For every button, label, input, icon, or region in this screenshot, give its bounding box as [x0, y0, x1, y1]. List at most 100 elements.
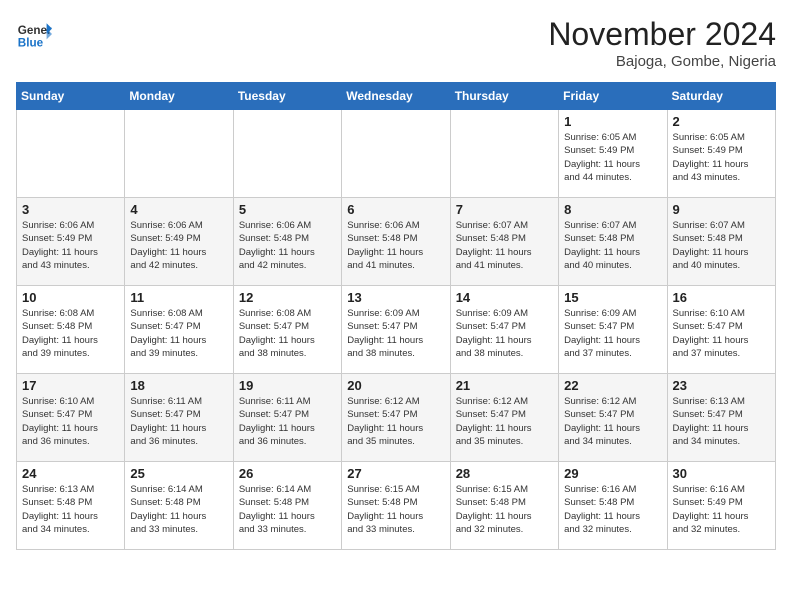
day-number: 16: [673, 290, 770, 305]
day-info: Sunrise: 6:12 AM Sunset: 5:47 PM Dayligh…: [456, 395, 553, 448]
calendar-cell: 25 Sunrise: 6:14 AM Sunset: 5:48 PM Dayli…: [125, 462, 233, 550]
day-info: Sunrise: 6:09 AM Sunset: 5:47 PM Dayligh…: [456, 307, 553, 360]
month-title: November 2024: [548, 16, 776, 53]
calendar-cell: 18Sunrise: 6:11 AM Sunset: 5:47 PM Dayli…: [125, 374, 233, 462]
calendar-cell: 13 Sunrise: 6:09 AM Sunset: 5:47 PM Dayli…: [342, 286, 450, 374]
day-info: Sunrise: 6:11 AM Sunset: 5:47 PM Dayligh…: [130, 395, 227, 448]
calendar-cell: [17, 110, 125, 198]
day-number: 21: [456, 378, 553, 393]
day-number: 20: [347, 378, 444, 393]
day-number: 29: [564, 466, 661, 481]
day-number: 7: [456, 202, 553, 217]
day-info: Sunrise: 6:07 AM Sunset: 5:48 PM Dayligh…: [673, 219, 770, 272]
day-number: 4: [130, 202, 227, 217]
day-info: Sunrise: 6:07 AM Sunset: 5:48 PM Dayligh…: [456, 219, 553, 272]
calendar-week-row: 17Sunrise: 6:10 AM Sunset: 5:47 PM Dayli…: [17, 374, 776, 462]
day-info: Sunrise: 6:08 AM Sunset: 5:47 PM Dayligh…: [130, 307, 227, 360]
weekday-header: Monday: [125, 83, 233, 110]
day-number: 14: [456, 290, 553, 305]
calendar-cell: 15 Sunrise: 6:09 AM Sunset: 5:47 PM Dayli…: [559, 286, 667, 374]
day-info: Sunrise: 6:06 AM Sunset: 5:48 PM Dayligh…: [347, 219, 444, 272]
day-info: Sunrise: 6:11 AM Sunset: 5:47 PM Dayligh…: [239, 395, 336, 448]
svg-text:Blue: Blue: [18, 37, 44, 50]
calendar-cell: 28 Sunrise: 6:15 AM Sunset: 5:48 PM Dayli…: [450, 462, 558, 550]
calendar-cell: 3Sunrise: 6:06 AM Sunset: 5:49 PM Daylig…: [17, 198, 125, 286]
day-number: 6: [347, 202, 444, 217]
calendar-cell: 20 Sunrise: 6:12 AM Sunset: 5:47 PM Dayli…: [342, 374, 450, 462]
calendar-week-row: 3 Sunrise: 6:06 AM Sunset: 5:49 PM Daylig…: [17, 198, 776, 286]
day-info: Sunrise: 6:06 AM Sunset: 5:49 PM Dayligh…: [130, 219, 227, 272]
calendar-cell: 7 Sunrise: 6:07 AM Sunset: 5:48 PM Daylig…: [450, 198, 558, 286]
location: Bajoga, Gombe, Nigeria: [548, 53, 776, 70]
day-number: 24: [22, 466, 119, 481]
day-number: 8: [564, 202, 661, 217]
day-info: Sunrise: 6:09 AM Sunset: 5:47 PM Dayligh…: [564, 307, 661, 360]
calendar-cell: [342, 110, 450, 198]
day-number: 3: [22, 202, 119, 217]
calendar-cell: 24 Sunrise: 6:13 AM Sunset: 5:48 PM Dayli…: [17, 462, 125, 550]
day-number: 15: [564, 290, 661, 305]
day-info: Sunrise: 6:13 AM Sunset: 5:48 PM Dayligh…: [22, 483, 119, 536]
calendar-cell: 21 Sunrise: 6:12 AM Sunset: 5:47 PM Dayli…: [450, 374, 558, 462]
calendar-cell: 2 Sunrise: 6:05 AM Sunset: 5:49 PM Daylig…: [667, 110, 775, 198]
calendar-cell: 8Sunrise: 6:07 AM Sunset: 5:48 PM Daylig…: [559, 198, 667, 286]
calendar-cell: [125, 110, 233, 198]
calendar-cell: 30Sunrise: 6:16 AM Sunset: 5:49 PM Dayli…: [667, 462, 775, 550]
day-number: 19: [239, 378, 336, 393]
calendar-cell: [450, 110, 558, 198]
day-info: Sunrise: 6:12 AM Sunset: 5:47 PM Dayligh…: [347, 395, 444, 448]
day-info: Sunrise: 6:10 AM Sunset: 5:47 PM Dayligh…: [673, 307, 770, 360]
calendar-week-row: 1 Sunrise: 6:05 AM Sunset: 5:49 PM Daylig…: [17, 110, 776, 198]
page-header: General Blue November 2024 Bajoga, Gombe…: [16, 16, 776, 70]
day-number: 28: [456, 466, 553, 481]
calendar-cell: 14 Sunrise: 6:09 AM Sunset: 5:47 PM Dayli…: [450, 286, 558, 374]
day-info: Sunrise: 6:09 AM Sunset: 5:47 PM Dayligh…: [347, 307, 444, 360]
calendar-cell: 27Sunrise: 6:15 AM Sunset: 5:48 PM Dayli…: [342, 462, 450, 550]
day-info: Sunrise: 6:08 AM Sunset: 5:47 PM Dayligh…: [239, 307, 336, 360]
day-number: 13: [347, 290, 444, 305]
day-number: 23: [673, 378, 770, 393]
calendar-cell: 12 Sunrise: 6:08 AM Sunset: 5:47 PM Dayli…: [233, 286, 341, 374]
day-info: Sunrise: 6:16 AM Sunset: 5:49 PM Dayligh…: [673, 483, 770, 536]
day-info: Sunrise: 6:10 AM Sunset: 5:47 PM Dayligh…: [22, 395, 119, 448]
calendar-week-row: 24 Sunrise: 6:13 AM Sunset: 5:48 PM Dayli…: [17, 462, 776, 550]
weekday-header-row: SundayMondayTuesdayWednesdayThursdayFrid…: [17, 83, 776, 110]
calendar-cell: 10 Sunrise: 6:08 AM Sunset: 5:48 PM Dayli…: [17, 286, 125, 374]
day-info: Sunrise: 6:12 AM Sunset: 5:47 PM Dayligh…: [564, 395, 661, 448]
weekday-header: Sunday: [17, 83, 125, 110]
calendar-cell: 16 Sunrise: 6:10 AM Sunset: 5:47 PM Dayli…: [667, 286, 775, 374]
day-number: 10: [22, 290, 119, 305]
calendar-cell: 19 Sunrise: 6:11 AM Sunset: 5:47 PM Dayli…: [233, 374, 341, 462]
day-info: Sunrise: 6:14 AM Sunset: 5:48 PM Dayligh…: [239, 483, 336, 536]
day-number: 25: [130, 466, 227, 481]
calendar-cell: 6 Sunrise: 6:06 AM Sunset: 5:48 PM Daylig…: [342, 198, 450, 286]
day-info: Sunrise: 6:15 AM Sunset: 5:48 PM Dayligh…: [456, 483, 553, 536]
day-info: Sunrise: 6:14 AM Sunset: 5:48 PM Dayligh…: [130, 483, 227, 536]
calendar-cell: 17Sunrise: 6:10 AM Sunset: 5:47 PM Dayli…: [17, 374, 125, 462]
day-number: 22: [564, 378, 661, 393]
day-info: Sunrise: 6:16 AM Sunset: 5:48 PM Dayligh…: [564, 483, 661, 536]
day-number: 2: [673, 114, 770, 129]
title-block: November 2024 Bajoga, Gombe, Nigeria: [548, 16, 776, 70]
logo: General Blue: [16, 16, 52, 52]
day-number: 11: [130, 290, 227, 305]
calendar-cell: [233, 110, 341, 198]
day-info: Sunrise: 6:08 AM Sunset: 5:48 PM Dayligh…: [22, 307, 119, 360]
day-info: Sunrise: 6:05 AM Sunset: 5:49 PM Dayligh…: [673, 131, 770, 184]
day-number: 12: [239, 290, 336, 305]
calendar-cell: 11 Sunrise: 6:08 AM Sunset: 5:47 PM Dayli…: [125, 286, 233, 374]
day-number: 1: [564, 114, 661, 129]
calendar-cell: 5Sunrise: 6:06 AM Sunset: 5:48 PM Daylig…: [233, 198, 341, 286]
day-info: Sunrise: 6:13 AM Sunset: 5:47 PM Dayligh…: [673, 395, 770, 448]
logo-icon: General Blue: [16, 16, 52, 52]
calendar-cell: 4 Sunrise: 6:06 AM Sunset: 5:49 PM Daylig…: [125, 198, 233, 286]
weekday-header: Wednesday: [342, 83, 450, 110]
weekday-header: Saturday: [667, 83, 775, 110]
weekday-header: Thursday: [450, 83, 558, 110]
day-number: 27: [347, 466, 444, 481]
calendar-cell: 1Sunrise: 6:05 AM Sunset: 5:49 PM Daylig…: [559, 110, 667, 198]
calendar-cell: 22 Sunrise: 6:12 AM Sunset: 5:47 PM Dayli…: [559, 374, 667, 462]
calendar-table: SundayMondayTuesdayWednesdayThursdayFrid…: [16, 82, 776, 550]
day-number: 9: [673, 202, 770, 217]
calendar-cell: 23 Sunrise: 6:13 AM Sunset: 5:47 PM Dayli…: [667, 374, 775, 462]
